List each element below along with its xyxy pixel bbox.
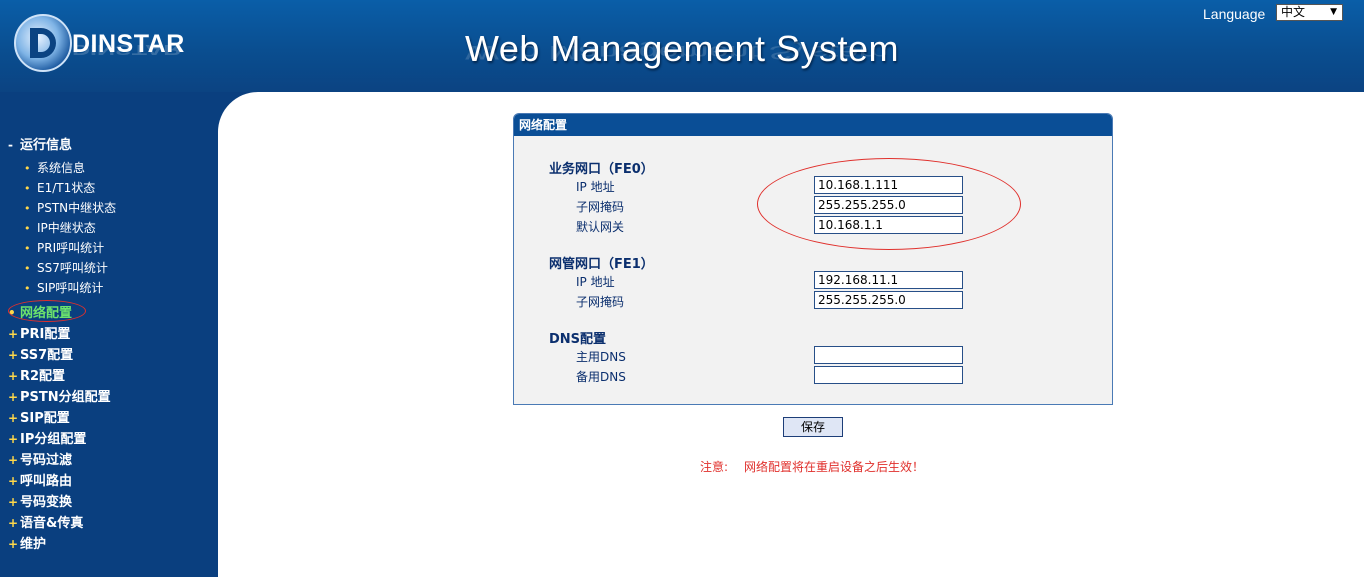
expand-icon: +	[8, 327, 19, 341]
sidebar-section-network-config[interactable]: • 网络配置	[8, 302, 72, 321]
fe0-ip-label: IP 地址	[576, 180, 615, 194]
sidebar-section-label: SIP配置	[20, 411, 70, 426]
sidebar-section-label: PRI配置	[20, 327, 71, 342]
sidebar-section-pstn-group-config[interactable]: + PSTN分组配置	[8, 386, 111, 405]
expand-icon: +	[8, 369, 19, 383]
language-label: Language	[1203, 6, 1266, 22]
content-corner	[218, 92, 258, 132]
expand-icon: +	[8, 348, 19, 362]
expand-icon: +	[8, 453, 19, 467]
sidebar-item-label: 系统信息	[37, 161, 86, 175]
page-title-reflection: Web Management System	[465, 41, 889, 64]
restart-note: 注意: 网络配置将在重启设备之后生效！	[700, 458, 924, 475]
expand-icon: +	[8, 390, 19, 404]
sidebar-section-number-manipulation[interactable]: + 号码变换	[8, 491, 72, 510]
sidebar-section-ip-group-config[interactable]: + IP分组配置	[8, 428, 86, 447]
sidebar-section-maintenance[interactable]: + 维护	[8, 533, 46, 552]
fe0-mask-input[interactable]	[814, 196, 963, 214]
expand-icon: +	[8, 432, 19, 446]
sidebar-item-system-info[interactable]: • 系统信息	[24, 159, 85, 176]
bullet-icon: •	[24, 222, 31, 235]
sidebar-section-label: SS7配置	[20, 348, 74, 363]
sidebar-section-label: IP分组配置	[20, 432, 87, 447]
fe0-gateway-input[interactable]	[814, 216, 963, 234]
sidebar-section-pri-config[interactable]: + PRI配置	[8, 323, 70, 342]
bullet-icon: •	[24, 282, 31, 295]
sidebar-section-number-filter[interactable]: + 号码过滤	[8, 449, 72, 468]
save-button[interactable]: 保存	[783, 417, 843, 437]
dns-section-title: DNS配置	[549, 332, 607, 347]
note-prefix: 注意:	[700, 460, 729, 474]
sidebar-section-label: 号码过滤	[20, 453, 73, 468]
expand-icon: +	[8, 411, 19, 425]
sidebar-item-pri-call-stats[interactable]: • PRI呼叫统计	[24, 239, 104, 256]
bullet-icon: •	[24, 202, 31, 215]
collapse-icon: -	[8, 138, 13, 152]
sidebar-item-label: IP中继状态	[37, 221, 96, 235]
sidebar-section-label: 维护	[20, 537, 47, 552]
panel-title: 网络配置	[514, 114, 1112, 136]
sidebar-item-ip-trunk-status[interactable]: • IP中继状态	[24, 219, 96, 236]
sidebar-item-sip-call-stats[interactable]: • SIP呼叫统计	[24, 279, 103, 296]
sidebar-item-label: SIP呼叫统计	[37, 281, 104, 295]
primary-dns-input[interactable]	[814, 346, 963, 364]
secondary-dns-label: 备用DNS	[576, 370, 626, 384]
sidebar-section-label: PSTN分组配置	[20, 390, 111, 405]
sidebar-item-label: E1/T1状态	[37, 181, 96, 195]
sidebar-item-ss7-call-stats[interactable]: • SS7呼叫统计	[24, 259, 108, 276]
fe1-ip-label: IP 地址	[576, 275, 615, 289]
fe0-ip-input[interactable]	[814, 176, 963, 194]
sidebar-section-label: 网络配置	[20, 306, 73, 321]
sidebar-section-ss7-config[interactable]: + SS7配置	[8, 344, 73, 363]
bullet-icon: •	[24, 162, 31, 175]
expand-icon: +	[8, 516, 19, 530]
logo-reflection: DINSTAR	[72, 41, 182, 58]
dropdown-arrow-icon: ▼	[1330, 7, 1337, 17]
bullet-icon: •	[8, 306, 16, 320]
secondary-dns-input[interactable]	[814, 366, 963, 384]
sidebar-item-label: PSTN中继状态	[37, 201, 117, 215]
header-banner: DINSTAR DINSTAR Web Management System We…	[0, 0, 1364, 92]
note-text: 网络配置将在重启设备之后生效！	[744, 460, 925, 474]
sidebar-section-runtime-info[interactable]: - 运行信息	[8, 134, 72, 153]
bullet-icon: •	[24, 262, 31, 275]
sidebar-section-sip-config[interactable]: + SIP配置	[8, 407, 70, 426]
sidebar-section-r2-config[interactable]: + R2配置	[8, 365, 65, 384]
language-select[interactable]: 中文 ▼	[1276, 4, 1343, 21]
expand-icon: +	[8, 474, 19, 488]
dinstar-logo-icon	[14, 14, 72, 72]
fe1-ip-input[interactable]	[814, 271, 963, 289]
sidebar-item-pstn-trunk-status[interactable]: • PSTN中继状态	[24, 199, 116, 216]
bullet-icon: •	[24, 182, 31, 195]
sidebar-section-label: R2配置	[20, 369, 66, 384]
fe0-mask-label: 子网掩码	[576, 200, 625, 214]
sidebar-section-label: 运行信息	[20, 138, 73, 153]
dinstar-logo: DINSTAR DINSTAR	[14, 14, 204, 80]
sidebar-section-label: 号码变换	[20, 495, 73, 510]
bullet-icon: •	[24, 242, 31, 255]
language-value: 中文	[1281, 5, 1306, 19]
fe0-gateway-label: 默认网关	[576, 220, 625, 234]
sidebar-section-label: 呼叫路由	[20, 474, 73, 489]
sidebar-section-label: 语音&传真	[20, 516, 84, 531]
sidebar-section-call-routing[interactable]: + 呼叫路由	[8, 470, 72, 489]
sidebar-item-e1t1-status[interactable]: • E1/T1状态	[24, 179, 95, 196]
network-config-panel: 网络配置 业务网口（FE0） IP 地址 子网掩码 默认网关 网管网口（FE1）…	[513, 113, 1113, 405]
fe1-mask-label: 子网掩码	[576, 295, 625, 309]
sidebar-section-voice-fax[interactable]: + 语音&传真	[8, 512, 83, 531]
fe1-section-title: 网管网口（FE1）	[549, 257, 654, 272]
expand-icon: +	[8, 537, 19, 551]
expand-icon: +	[8, 495, 19, 509]
sidebar-item-label: PRI呼叫统计	[37, 241, 105, 255]
fe0-section-title: 业务网口（FE0）	[549, 162, 654, 177]
primary-dns-label: 主用DNS	[576, 350, 626, 364]
fe1-mask-input[interactable]	[814, 291, 963, 309]
sidebar-item-label: SS7呼叫统计	[37, 261, 108, 275]
